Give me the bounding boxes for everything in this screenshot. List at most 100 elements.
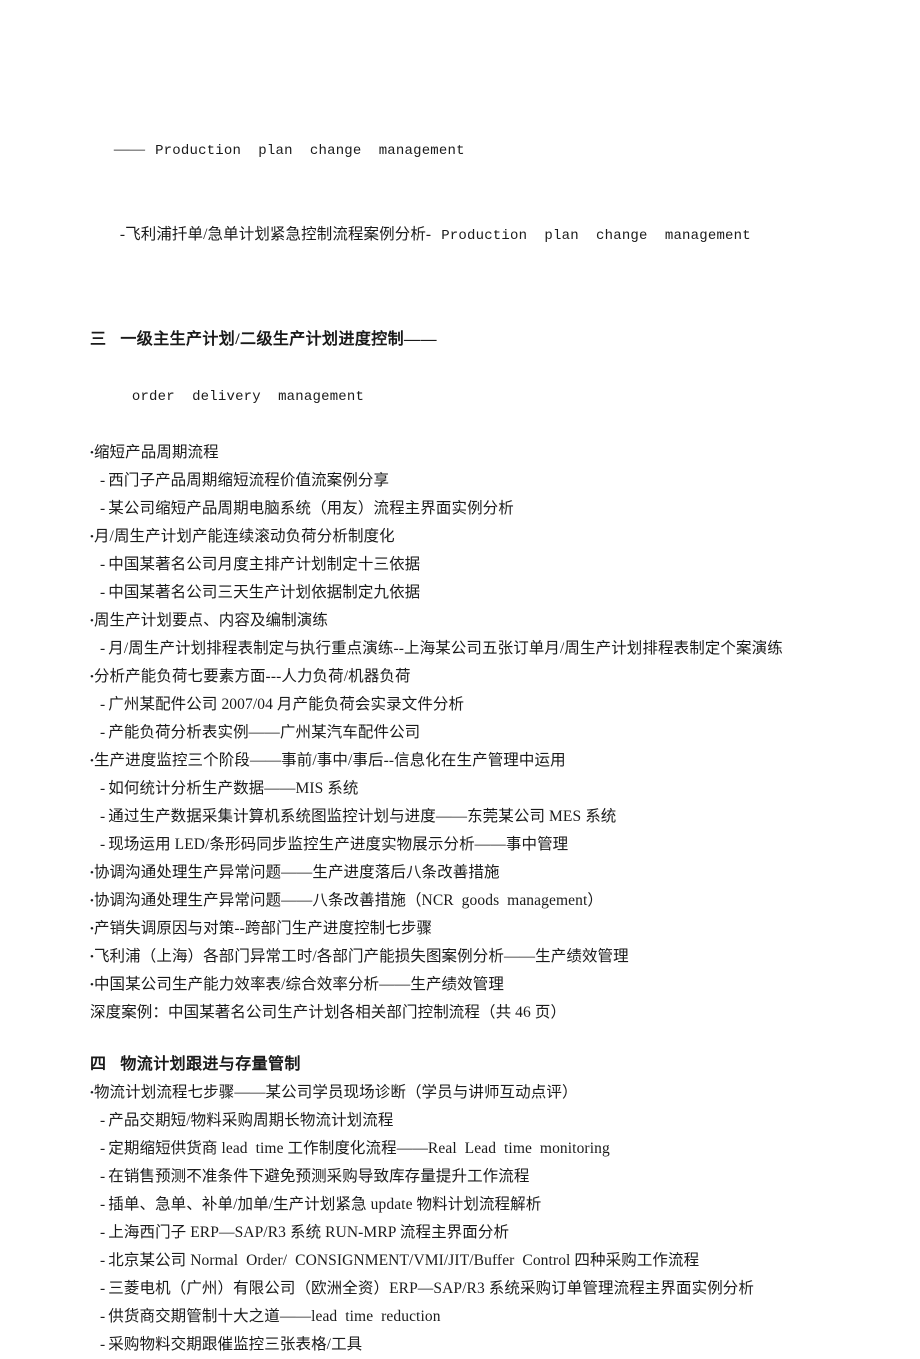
list-item-text: 供货商交期管制十大之道——lead time reduction xyxy=(108,1308,441,1325)
section-three-heading: 三一级主生产计划/二级生产计划进度控制—— xyxy=(90,326,840,354)
section-four-title: 物流计划跟进与存量管制 xyxy=(120,1056,301,1073)
list-item: - 三菱电机（广州）有限公司（欧洲全资）ERP—SAP/R3 系统采购订单管理流程… xyxy=(90,1275,840,1303)
list-item-text: 通过生产数据采集计算机系统图监控计划与进度——东莞某公司 MES 系统 xyxy=(108,808,617,825)
list-item-text: 月/周生产计划排程表制定与执行重点演练--上海某公司五张订单月/周生产计划排程表… xyxy=(108,640,783,657)
dash-icon: - xyxy=(100,836,106,853)
list-item-text: 西门子产品周期缩短流程价值流案例分享 xyxy=(108,472,390,489)
list-item: - 定期缩短供货商 lead time 工作制度化流程——Real Lead ti… xyxy=(90,1135,840,1163)
dash-icon: - xyxy=(100,1308,106,1325)
list-item-text: 物流计划流程七步骤——某公司学员现场诊断（学员与讲师互动点评） xyxy=(93,1084,578,1101)
section-three-subtitle: order delivery management xyxy=(90,354,840,439)
list-item-text: 在销售预测不准条件下避免预测采购导致库存量提升工作流程 xyxy=(108,1168,530,1185)
list-item-text: 插单、急单、补单/加单/生产计划紧急 update 物料计划流程解析 xyxy=(108,1196,542,1213)
list-item-text: 协调沟通处理生产异常问题——八条改善措施（NCR goods managemen… xyxy=(93,892,603,909)
list-item-text: 月/周生产计划产能连续滚动负荷分析制度化 xyxy=(93,528,395,545)
top-case-line: ‐飞利浦扦单/急单计划紧急控制流程案例分析- Production plan ch… xyxy=(90,193,840,278)
dash-icon: - xyxy=(100,1280,106,1297)
list-item-text: 某公司缩短产品周期电脑系统（用友）流程主界面实例分析 xyxy=(108,500,514,517)
list-item: - 上海西门子 ERP—SAP/R3 系统 RUN-MRP 流程主界面分析 xyxy=(90,1219,840,1247)
list-item: •生产进度监控三个阶段——事前/事中/事后--信息化在生产管理中运用 xyxy=(90,747,840,775)
list-item: - 广州某配件公司 2007/04 月产能负荷会实录文件分析 xyxy=(90,691,840,719)
dash-icon: - xyxy=(100,1168,106,1185)
list-item: - 某公司缩短产品周期电脑系统（用友）流程主界面实例分析 xyxy=(90,495,840,523)
dash-icon: - xyxy=(100,1224,106,1241)
section-three-number: 三 xyxy=(90,331,107,348)
list-item: •产销失调原因与对策--跨部门生产进度控制七步骤 xyxy=(90,915,840,943)
list-item-text: 产品交期短/物料采购周期长物流计划流程 xyxy=(108,1112,394,1129)
list-item: - 产品交期短/物料采购周期长物流计划流程 xyxy=(90,1107,840,1135)
list-item: - 供货商交期管制十大之道——lead time reduction xyxy=(90,1303,840,1331)
list-item: •物流计划流程七步骤——某公司学员现场诊断（学员与讲师互动点评） xyxy=(90,1079,840,1107)
list-item-text: 三菱电机（广州）有限公司（欧洲全资）ERP—SAP/R3 系统采购订单管理流程主… xyxy=(108,1280,754,1297)
list-item-text: 广州某配件公司 2007/04 月产能负荷会实录文件分析 xyxy=(108,696,465,713)
dash-icon: - xyxy=(100,500,106,517)
document-page: —— Production plan change management ‐飞利浦… xyxy=(0,0,920,1353)
list-item-text: 北京某公司 Normal Order/ CONSIGNMENT/VMI/JIT/… xyxy=(108,1252,700,1269)
list-item-text: 中国某著名公司三天生产计划依据制定九依据 xyxy=(108,584,421,601)
top-dash-line: —— Production plan change management xyxy=(90,108,840,193)
dash-icon: - xyxy=(100,1112,106,1129)
dash-icon: - xyxy=(100,696,106,713)
list-item-text: 产能负荷分析表实例——广州某汽车配件公司 xyxy=(108,724,421,741)
list-item-text: 产销失调原因与对策--跨部门生产进度控制七步骤 xyxy=(93,920,433,937)
list-item: •飞利浦（上海）各部门异常工时/各部门产能损失图案例分析——生产绩效管理 xyxy=(90,943,840,971)
list-item-text: 周生产计划要点、内容及编制演练 xyxy=(93,612,328,629)
dash-icon: - xyxy=(100,640,106,657)
list-item: •周生产计划要点、内容及编制演练 xyxy=(90,607,840,635)
list-item-text: 飞利浦（上海）各部门异常工时/各部门产能损失图案例分析——生产绩效管理 xyxy=(93,948,629,965)
list-item-text: 缩短产品周期流程 xyxy=(93,444,219,461)
dash-icon: - xyxy=(100,1196,106,1213)
list-item-text: 采购物料交期跟催监控三张表格/工具 xyxy=(108,1336,363,1353)
section-four-heading: 四物流计划跟进与存量管制 xyxy=(90,1051,840,1079)
list-item: •月/周生产计划产能连续滚动负荷分析制度化 xyxy=(90,523,840,551)
section-three-subtitle-english: order delivery management xyxy=(131,389,365,405)
list-item-text: 中国某公司生产能力效率表/综合效率分析——生产绩效管理 xyxy=(93,976,504,993)
list-item: - 月/周生产计划排程表制定与执行重点演练--上海某公司五张订单月/周生产计划排程… xyxy=(90,635,840,663)
list-item: - 通过生产数据采集计算机系统图监控计划与进度——东莞某公司 MES 系统 xyxy=(90,803,840,831)
list-item-text: 分析产能负荷七要素方面---人力负荷/机器负荷 xyxy=(93,668,411,685)
list-item: •分析产能负荷七要素方面---人力负荷/机器负荷 xyxy=(90,663,840,691)
section-four-number: 四 xyxy=(90,1056,107,1073)
list-item: •缩短产品周期流程 xyxy=(90,439,840,467)
list-item-text: 生产进度监控三个阶段——事前/事中/事后--信息化在生产管理中运用 xyxy=(93,752,566,769)
top-line1-english: Production plan change management xyxy=(155,143,465,159)
document-body: —— Production plan change management ‐飞利浦… xyxy=(90,108,840,1359)
list-item: - 插单、急单、补单/加单/生产计划紧急 update 物料计划流程解析 xyxy=(90,1191,840,1219)
list-item: - 西门子产品周期缩短流程价值流案例分享 xyxy=(90,467,840,495)
em-dash-prefix: —— xyxy=(113,141,146,158)
top-line2-chinese: ‐飞利浦扦单/急单计划紧急控制流程案例分析- xyxy=(119,226,432,243)
spacer-after-top-block xyxy=(90,278,840,302)
dash-icon: - xyxy=(100,1336,106,1353)
section-three-item-list: •缩短产品周期流程 - 西门子产品周期缩短流程价值流案例分享 - 某公司缩短产品周期… xyxy=(90,439,840,999)
list-item-text: 中国某著名公司月度主排产计划制定十三依据 xyxy=(108,556,421,573)
dash-icon: - xyxy=(100,556,106,573)
spacer-before-section-four xyxy=(90,1027,840,1051)
list-item: - 产能负荷分析表实例——广州某汽车配件公司 xyxy=(90,719,840,747)
dash-icon: - xyxy=(100,584,106,601)
list-item: - 中国某著名公司三天生产计划依据制定九依据 xyxy=(90,579,840,607)
dash-icon: - xyxy=(100,724,106,741)
list-item-text: 如何统计分析生产数据——MIS 系统 xyxy=(108,780,359,797)
dash-icon: - xyxy=(100,780,106,797)
section-four-item-list: •物流计划流程七步骤——某公司学员现场诊断（学员与讲师互动点评） - 产品交期短/… xyxy=(90,1079,840,1359)
list-item: •中国某公司生产能力效率表/综合效率分析——生产绩效管理 xyxy=(90,971,840,999)
dash-icon: - xyxy=(100,472,106,489)
list-item: •协调沟通处理生产异常问题——生产进度落后八条改善措施 xyxy=(90,859,840,887)
list-item-text: 定期缩短供货商 lead time 工作制度化流程——Real Lead tim… xyxy=(108,1140,610,1157)
section-three-title: 一级主生产计划/二级生产计划进度控制—— xyxy=(120,331,437,348)
list-item-text: 协调沟通处理生产异常问题——生产进度落后八条改善措施 xyxy=(93,864,500,881)
list-item-text: 上海西门子 ERP—SAP/R3 系统 RUN-MRP 流程主界面分析 xyxy=(108,1224,510,1241)
top-line2-english: Production plan change management xyxy=(441,228,751,244)
dash-icon: - xyxy=(100,1140,106,1157)
section-three-deep-case: 深度案例：中国某著名公司生产计划各相关部门控制流程（共 46 页） xyxy=(90,1004,567,1021)
list-item: - 如何统计分析生产数据——MIS 系统 xyxy=(90,775,840,803)
list-item: - 中国某著名公司月度主排产计划制定十三依据 xyxy=(90,551,840,579)
list-item: - 北京某公司 Normal Order/ CONSIGNMENT/VMI/JIT… xyxy=(90,1247,840,1275)
dash-icon: - xyxy=(100,1252,106,1269)
list-item: - 采购物料交期跟催监控三张表格/工具 xyxy=(90,1331,840,1359)
list-item-text: 现场运用 LED/条形码同步监控生产进度实物展示分析——事中管理 xyxy=(108,836,569,853)
list-item: - 在销售预测不准条件下避免预测采购导致库存量提升工作流程 xyxy=(90,1163,840,1191)
dash-icon: - xyxy=(100,808,106,825)
list-item: - 现场运用 LED/条形码同步监控生产进度实物展示分析——事中管理 xyxy=(90,831,840,859)
list-item: •协调沟通处理生产异常问题——八条改善措施（NCR goods manageme… xyxy=(90,887,840,915)
